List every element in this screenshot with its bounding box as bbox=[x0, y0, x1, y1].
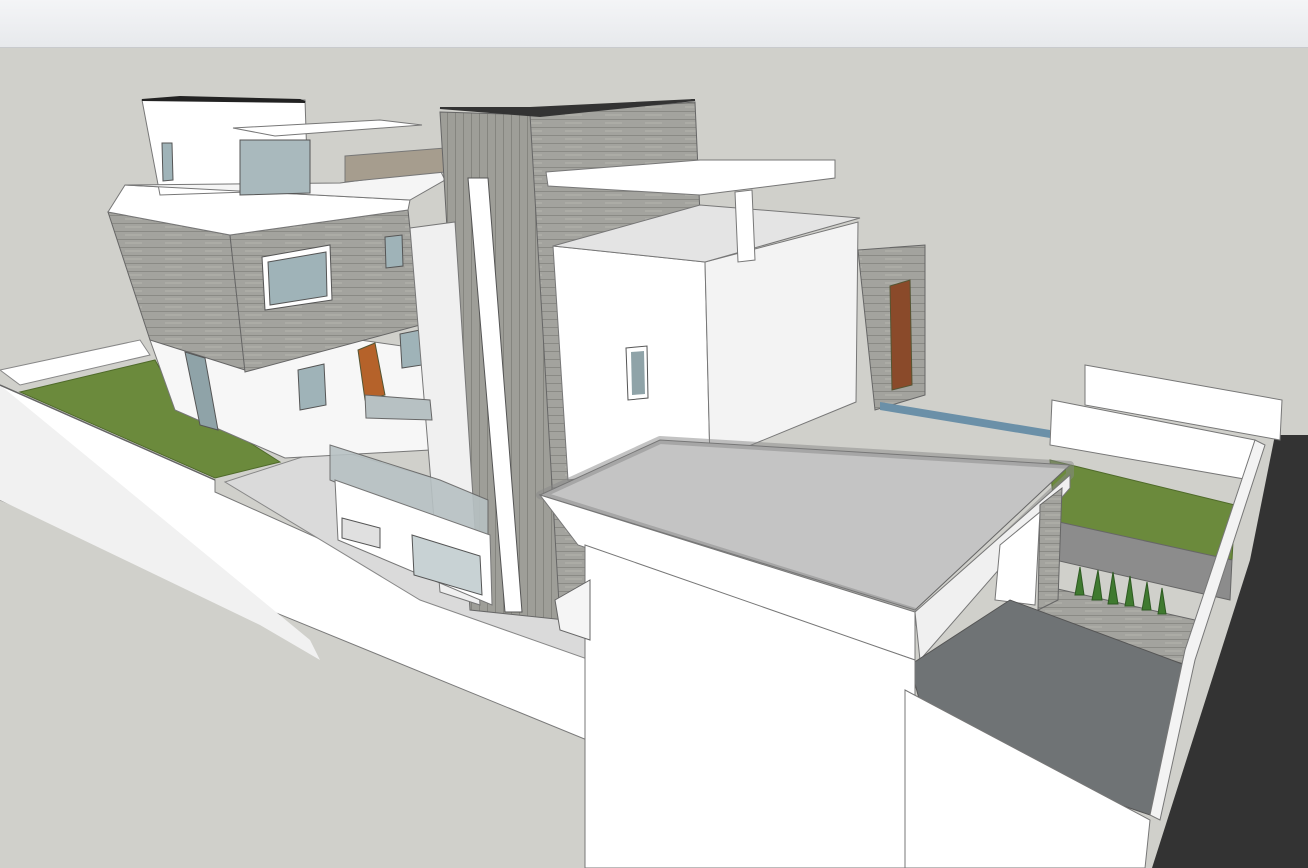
left-top-glass bbox=[239, 139, 311, 196]
left-lower-window bbox=[297, 363, 327, 411]
top-toolbar bbox=[0, 0, 1308, 48]
3d-model-scene[interactable] bbox=[0, 48, 1308, 868]
left-top-small-window bbox=[161, 142, 174, 182]
middle-block-window-glass bbox=[631, 351, 645, 395]
left-small-window bbox=[384, 234, 404, 269]
pergola-post bbox=[734, 189, 756, 263]
right-wood-screen bbox=[889, 279, 913, 391]
model-viewport[interactable] bbox=[0, 48, 1308, 868]
carport-column bbox=[1037, 486, 1063, 611]
